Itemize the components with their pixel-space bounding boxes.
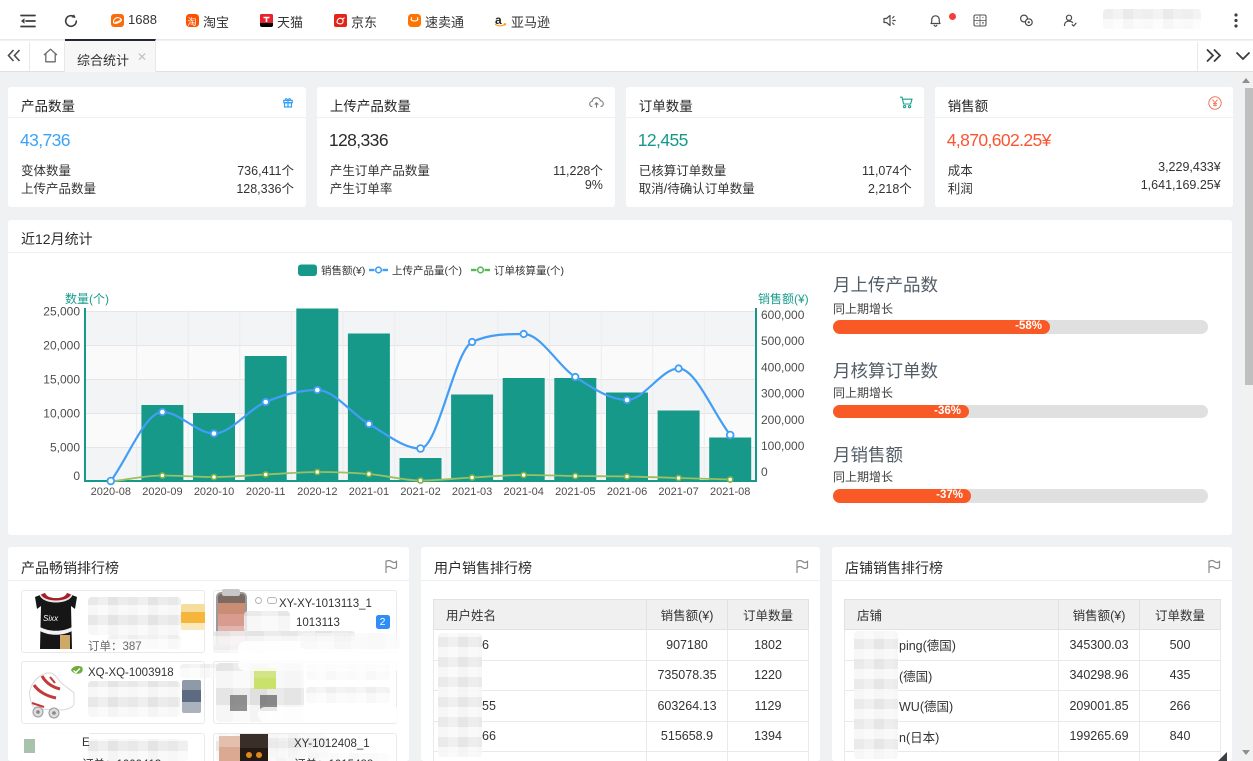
svg-text:2021-06: 2021-06 xyxy=(607,486,647,498)
svg-text:10,000: 10,000 xyxy=(43,407,80,421)
svg-text:20,000: 20,000 xyxy=(43,339,80,353)
svg-text:0: 0 xyxy=(761,465,768,479)
svg-text:销售额(¥): 销售额(¥) xyxy=(321,264,365,277)
svg-text:销售额(¥): 销售额(¥) xyxy=(758,291,809,306)
svg-text:5,000: 5,000 xyxy=(50,441,80,455)
svg-text:400,000: 400,000 xyxy=(761,360,805,374)
svg-text:600,000: 600,000 xyxy=(761,308,805,322)
svg-text:25,000: 25,000 xyxy=(43,305,80,319)
svg-text:2020-10: 2020-10 xyxy=(194,486,234,498)
svg-text:2021-08: 2021-08 xyxy=(710,486,750,498)
svg-text:2020-09: 2020-09 xyxy=(142,486,182,498)
svg-text:2020-11: 2020-11 xyxy=(246,486,286,498)
svg-text:2021-05: 2021-05 xyxy=(555,486,595,498)
svg-text:2021-07: 2021-07 xyxy=(658,486,698,498)
svg-text:Sixx: Sixx xyxy=(43,614,59,623)
svg-text:订单核算量(个): 订单核算量(个) xyxy=(494,264,564,277)
svg-text:15,000: 15,000 xyxy=(43,373,80,387)
svg-text:2021-04: 2021-04 xyxy=(504,486,544,498)
svg-text:上传产品量(个): 上传产品量(个) xyxy=(392,264,462,277)
svg-text:0: 0 xyxy=(73,469,80,483)
svg-text:2020-08: 2020-08 xyxy=(91,486,131,498)
svg-text:300,000: 300,000 xyxy=(761,387,805,401)
svg-text:100,000: 100,000 xyxy=(761,439,805,453)
svg-text:2020-12: 2020-12 xyxy=(297,486,337,498)
svg-text:500,000: 500,000 xyxy=(761,334,805,348)
svg-text:200,000: 200,000 xyxy=(761,413,805,427)
svg-text:2021-03: 2021-03 xyxy=(452,486,492,498)
svg-text:2021-01: 2021-01 xyxy=(349,486,389,498)
svg-text:2021-02: 2021-02 xyxy=(400,486,440,498)
